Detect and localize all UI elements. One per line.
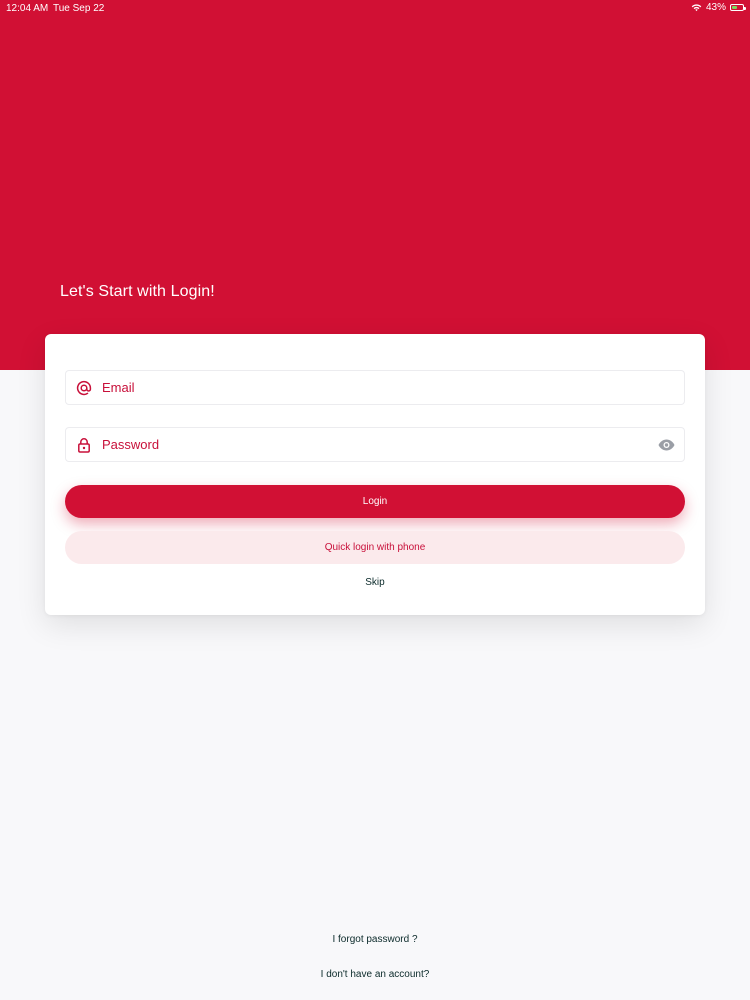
- status-indicators: 43%: [691, 2, 746, 13]
- status-date: Tue Sep 22: [53, 3, 105, 14]
- page-title: Let's Start with Login!: [60, 283, 215, 300]
- battery-percent: 43%: [705, 2, 726, 13]
- email-field[interactable]: [65, 370, 685, 405]
- quick-login-phone-button[interactable]: Quick login with phone: [65, 531, 685, 564]
- eye-icon[interactable]: [657, 436, 675, 454]
- password-input[interactable]: [102, 437, 657, 452]
- signup-link[interactable]: I don't have an account?: [0, 969, 750, 980]
- hero-banner: 12:04 AM Tue Sep 22 43% Let's Start with…: [0, 0, 750, 370]
- wifi-icon: [691, 4, 702, 12]
- forgot-password-link[interactable]: I forgot password ?: [0, 934, 750, 945]
- login-card: Login Quick login with phone Skip: [45, 334, 705, 615]
- at-icon: [75, 379, 93, 397]
- status-time: 12:04 AM: [6, 3, 49, 14]
- battery-icon: [730, 4, 746, 11]
- lock-icon: [75, 436, 93, 454]
- login-button[interactable]: Login: [65, 485, 685, 518]
- status-bar: 12:04 AM Tue Sep 22 43%: [0, 0, 750, 16]
- email-input[interactable]: [102, 380, 684, 395]
- password-field[interactable]: [65, 427, 685, 462]
- skip-button[interactable]: Skip: [325, 575, 425, 589]
